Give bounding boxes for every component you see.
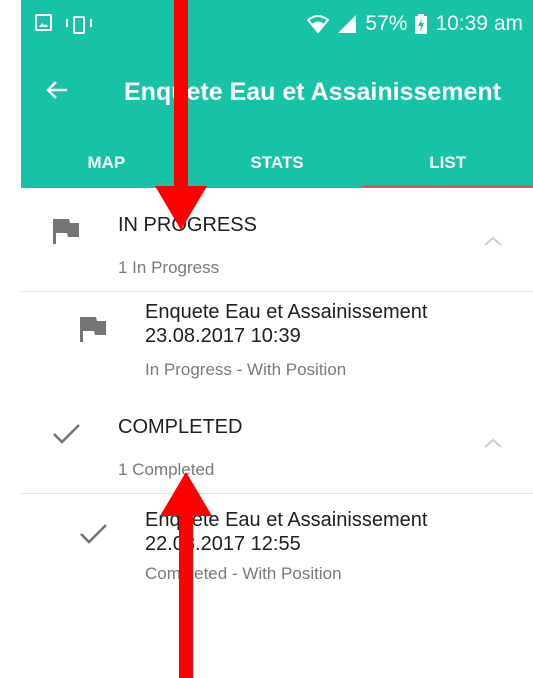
- flag-icon: [53, 219, 79, 244]
- status-bar-left-icons: [35, 14, 92, 34]
- group-header-in-progress[interactable]: IN PROGRESS 1 In Progress: [21, 188, 533, 290]
- tab-bar: MAP STATS LIST: [21, 138, 533, 188]
- list-item[interactable]: Enquete Eau et Assainissement 23.08.2017…: [21, 292, 533, 390]
- app-screen: 57% 10:39 am Enquete Eau et Assainisseme…: [21, 0, 533, 678]
- item-title: Enquete Eau et Assainissement 23.08.2017…: [145, 301, 428, 347]
- check-icon: [53, 424, 80, 444]
- battery-percent: 57%: [365, 12, 408, 35]
- check-icon: [80, 524, 107, 544]
- group-header-completed[interactable]: COMPLETED 1 Completed: [21, 390, 533, 492]
- vibrate-icon: [66, 15, 92, 34]
- chevron-up-icon: [484, 438, 502, 448]
- arrow-left-icon: [46, 81, 67, 99]
- battery-icon: [415, 14, 428, 34]
- group-count: 1 In Progress: [118, 258, 220, 277]
- instance-list: IN PROGRESS 1 In Progress Enquete Eau et…: [21, 188, 533, 678]
- group-title: COMPLETED: [118, 416, 243, 438]
- chevron-up-icon: [484, 236, 502, 246]
- wifi-icon: [307, 14, 330, 34]
- image-icon: [35, 14, 52, 31]
- flag-icon: [80, 317, 106, 342]
- annotation-arrow-up: [160, 472, 212, 678]
- status-bar-right: 57% 10:39 am: [307, 12, 523, 36]
- list-item[interactable]: Enquete Eau et Assainissement 22.08.2017…: [21, 494, 533, 592]
- tab-list[interactable]: LIST: [362, 138, 533, 188]
- tab-list-label: LIST: [429, 153, 467, 172]
- status-bar: 57% 10:39 am: [21, 0, 533, 50]
- signal-icon: [337, 14, 357, 34]
- tab-stats[interactable]: STATS: [192, 138, 363, 188]
- tab-stats-label: STATS: [250, 153, 304, 172]
- app-bar: Enquete Eau et Assainissement MAP STATS …: [21, 50, 533, 188]
- back-button[interactable]: [35, 68, 79, 112]
- annotation-arrow-down: [155, 0, 207, 230]
- tab-map-label: MAP: [87, 153, 126, 172]
- item-subtitle: In Progress - With Position: [145, 360, 347, 379]
- status-time: 10:39 am: [435, 12, 523, 35]
